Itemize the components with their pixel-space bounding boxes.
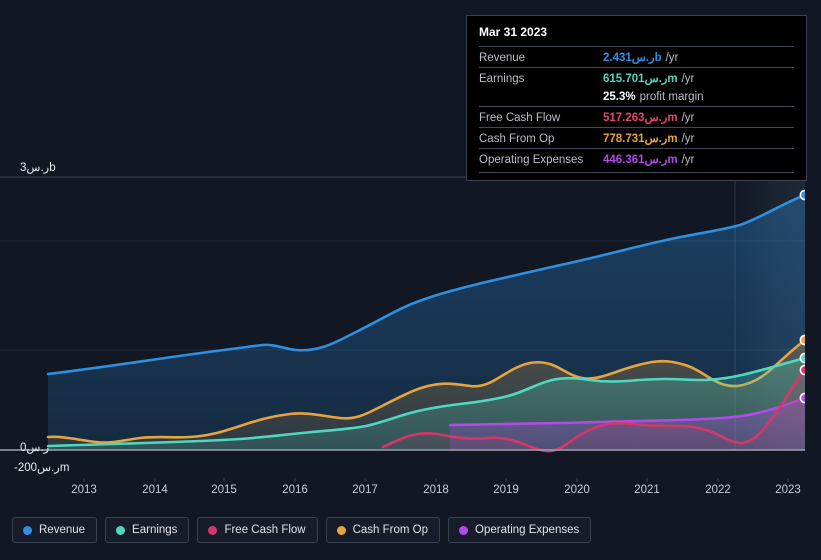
legend-label-earnings: Earnings bbox=[132, 524, 178, 536]
tooltip-row-free-cash-flow: Free Cash Flow 517.263ر.سm /yr bbox=[479, 106, 794, 127]
x-tick-label-2015: 2015 bbox=[211, 484, 237, 496]
tooltip-value-cash-from-op: 778.731ر.سm bbox=[603, 133, 678, 145]
x-tick-mark bbox=[576, 478, 578, 482]
endpoint-marker-earnings[interactable] bbox=[799, 352, 809, 364]
tooltip-unit-earnings: /yr bbox=[681, 73, 695, 85]
x-tick-label-2013: 2013 bbox=[71, 484, 97, 496]
tooltip-label-operating-expenses: Operating Expenses bbox=[479, 154, 584, 166]
legend-dot-icon-revenue bbox=[23, 525, 32, 535]
tooltip-label-earnings: Earnings bbox=[479, 73, 525, 85]
x-tick-label-2020: 2020 bbox=[564, 484, 590, 496]
legend-label-operating-expenses: Operating Expenses bbox=[475, 524, 580, 536]
tooltip-value-revenue: 2.431ر.سb bbox=[603, 52, 662, 64]
tooltip-unit-profit-margin: profit margin bbox=[639, 91, 704, 103]
legend-dot-icon-free-cash-flow bbox=[208, 525, 218, 535]
y-axis-label-zero: 0ر.س bbox=[20, 442, 50, 454]
x-tick-mark bbox=[717, 478, 719, 482]
tooltip-unit-cash-from-op: /yr bbox=[681, 133, 695, 145]
endpoint-marker-revenue[interactable] bbox=[799, 189, 809, 201]
x-tick-label-2014: 2014 bbox=[142, 484, 168, 496]
financial-chart-screen: 3ر.سb 0ر.س -200ر.سm 2013 2014 2015 2016 … bbox=[0, 0, 821, 560]
legend-dot-icon-cash-from-op bbox=[336, 525, 346, 535]
x-tick-label-2017: 2017 bbox=[352, 484, 378, 496]
x-tick-label-2018: 2018 bbox=[423, 484, 449, 496]
endpoint-marker-operating-expenses[interactable] bbox=[799, 392, 809, 404]
legend-item-cash-from-op[interactable]: Cash From Op bbox=[325, 517, 441, 543]
x-tick-mark bbox=[294, 478, 296, 482]
chart-tooltip: Mar 31 2023 Revenue 2.431ر.سb /yr Earnin… bbox=[466, 15, 807, 181]
tooltip-value-operating-expenses: 446.361ر.سm bbox=[603, 154, 678, 166]
legend-item-earnings[interactable]: Earnings bbox=[105, 517, 190, 543]
legend-item-operating-expenses[interactable]: Operating Expenses bbox=[448, 517, 592, 543]
legend-item-free-cash-flow[interactable]: Free Cash Flow bbox=[197, 517, 318, 543]
tooltip-row-operating-expenses: Operating Expenses 446.361ر.سm /yr bbox=[479, 148, 794, 169]
tooltip-label-cash-from-op: Cash From Op bbox=[479, 133, 555, 145]
chart-plot-area[interactable] bbox=[0, 170, 821, 455]
tooltip-unit-revenue: /yr bbox=[665, 52, 679, 64]
x-tick-label-2022: 2022 bbox=[705, 484, 731, 496]
x-tick-mark bbox=[223, 478, 225, 482]
x-tick-label-2019: 2019 bbox=[493, 484, 519, 496]
legend-label-revenue: Revenue bbox=[39, 524, 86, 536]
legend-label-free-cash-flow: Free Cash Flow bbox=[224, 524, 306, 536]
tooltip-value-earnings: 615.701ر.سm bbox=[603, 73, 678, 85]
y-axis-label-negative: -200ر.سm bbox=[14, 462, 70, 474]
tooltip-value-free-cash-flow: 517.263ر.سm bbox=[603, 112, 678, 124]
y-axis-label-top: 3ر.سb bbox=[20, 162, 56, 174]
x-tick-mark bbox=[83, 478, 85, 482]
tooltip-label-free-cash-flow: Free Cash Flow bbox=[479, 112, 561, 124]
tooltip-row-revenue: Revenue 2.431ر.سb /yr bbox=[479, 46, 794, 67]
tooltip-unit-operating-expenses: /yr bbox=[681, 154, 695, 166]
x-tick-mark bbox=[435, 478, 437, 482]
legend-dot-icon-operating-expenses bbox=[459, 525, 469, 535]
tooltip-label-revenue: Revenue bbox=[479, 52, 526, 64]
x-axis: 2013 2014 2015 2016 2017 2018 2019 2020 … bbox=[0, 478, 821, 504]
x-tick-label-2016: 2016 bbox=[282, 484, 308, 496]
tooltip-row-cash-from-op: Cash From Op 778.731ر.سm /yr bbox=[479, 127, 794, 148]
x-tick-mark bbox=[364, 478, 366, 482]
endpoint-marker-cash-from-op[interactable] bbox=[799, 334, 809, 346]
tooltip-value-profit-margin: 25.3% bbox=[603, 91, 636, 103]
chart-legend: Revenue Earnings Free Cash Flow Cash Fro… bbox=[12, 517, 592, 543]
x-tick-mark bbox=[154, 478, 156, 482]
x-tick-label-2023: 2023 bbox=[775, 484, 801, 496]
tooltip-date-title: Mar 31 2023 bbox=[479, 25, 548, 39]
tooltip-row-profit-margin: 25.3% profit margin bbox=[479, 88, 794, 106]
x-tick-mark bbox=[646, 478, 648, 482]
tooltip-row-earnings: Earnings 615.701ر.سm /yr bbox=[479, 67, 794, 88]
endpoint-marker-free-cash-flow[interactable] bbox=[799, 364, 809, 376]
legend-dot-icon-earnings bbox=[116, 525, 126, 535]
x-tick-label-2021: 2021 bbox=[634, 484, 660, 496]
tooltip-bottom-divider bbox=[479, 172, 794, 173]
legend-label-cash-from-op: Cash From Op bbox=[352, 524, 429, 536]
tooltip-unit-free-cash-flow: /yr bbox=[681, 112, 695, 124]
x-tick-mark bbox=[505, 478, 507, 482]
x-tick-mark bbox=[787, 478, 789, 482]
chart-svg bbox=[0, 170, 809, 453]
legend-item-revenue[interactable]: Revenue bbox=[12, 517, 98, 543]
